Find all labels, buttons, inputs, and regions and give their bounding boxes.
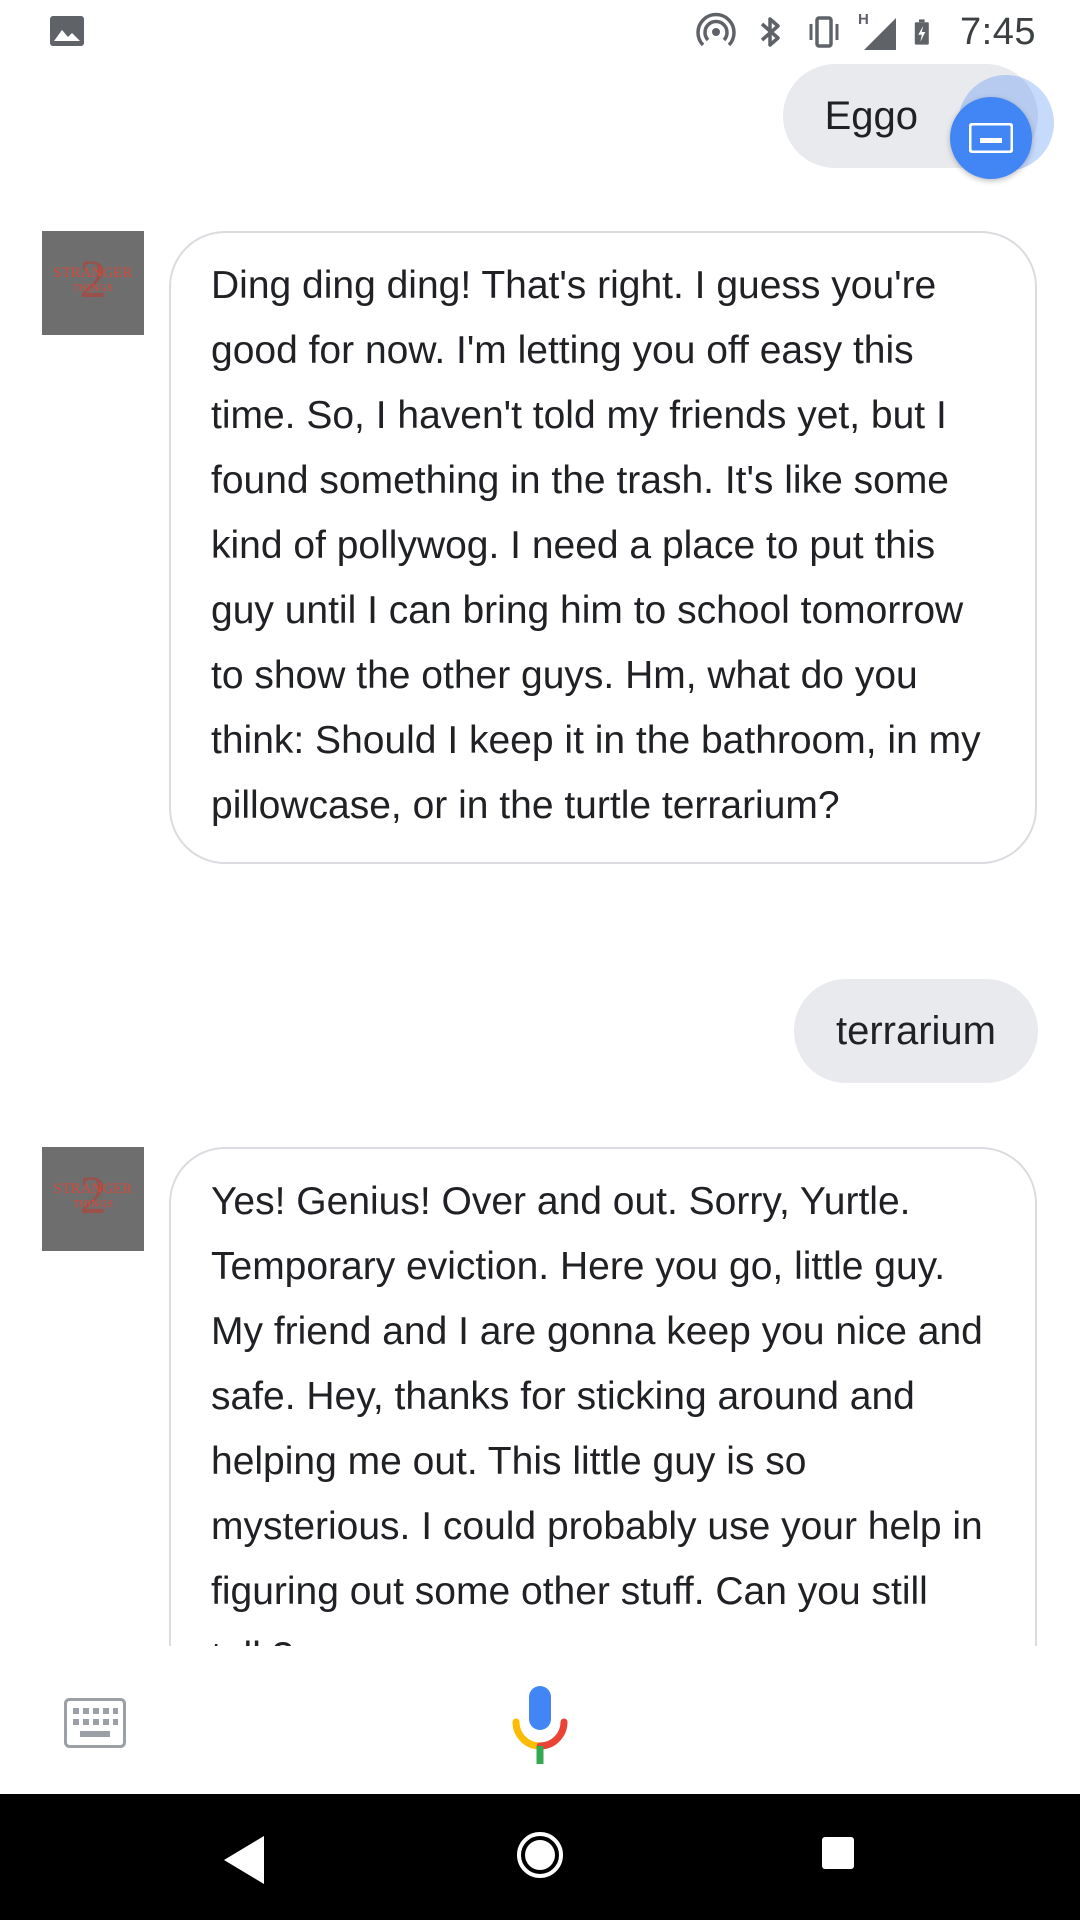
navigation-bar	[0, 1794, 1080, 1920]
bot-message: Yes! Genius! Over and out. Sorry, Yurtle…	[169, 1147, 1037, 1646]
vibrate-icon	[809, 16, 839, 48]
user-message-text: Eggo	[824, 94, 918, 138]
back-icon[interactable]	[220, 1834, 266, 1886]
stranger-things-logo: 2 STRANGER THINGS	[42, 1147, 144, 1251]
keyboard-icon[interactable]	[64, 1698, 126, 1748]
stranger-things-logo: 2 STRANGER THINGS	[42, 231, 144, 335]
floating-keyboard-button[interactable]	[950, 97, 1032, 179]
bot-message: Ding ding ding! That's right. I guess yo…	[169, 231, 1037, 864]
bot-message-text: Ding ding ding! That's right. I guess yo…	[211, 264, 981, 827]
status-bar: H 7:45	[0, 0, 1080, 64]
recents-icon[interactable]	[822, 1837, 854, 1869]
user-message-text: terrarium	[835, 1009, 996, 1053]
avatar: 2 STRANGER THINGS	[42, 1147, 144, 1251]
signal-icon	[864, 18, 897, 50]
svg-text:STRANGER: STRANGER	[53, 1181, 132, 1197]
home-icon[interactable]	[515, 1830, 565, 1880]
conversation: Eggo 2 STRANGER THINGS Ding ding ding! T…	[0, 64, 1080, 1646]
bot-message-text: Yes! Genius! Over and out. Sorry, Yurtle…	[211, 1180, 983, 1646]
bluetooth-icon	[760, 17, 780, 47]
svg-text:THINGS: THINGS	[73, 1198, 113, 1210]
battery-charging-icon	[914, 19, 929, 45]
svg-text:THINGS: THINGS	[73, 282, 113, 294]
svg-text:STRANGER: STRANGER	[53, 265, 132, 281]
signal-indicator: H	[858, 12, 898, 52]
status-time: 7:45	[960, 10, 1036, 53]
hotspot-icon	[696, 12, 736, 47]
image-icon	[50, 16, 84, 46]
microphone-icon[interactable]	[510, 1684, 570, 1766]
input-bar	[0, 1646, 1080, 1794]
user-message: terrarium	[793, 979, 1038, 1083]
avatar: 2 STRANGER THINGS	[42, 231, 144, 335]
keyboard-icon	[969, 123, 1013, 153]
